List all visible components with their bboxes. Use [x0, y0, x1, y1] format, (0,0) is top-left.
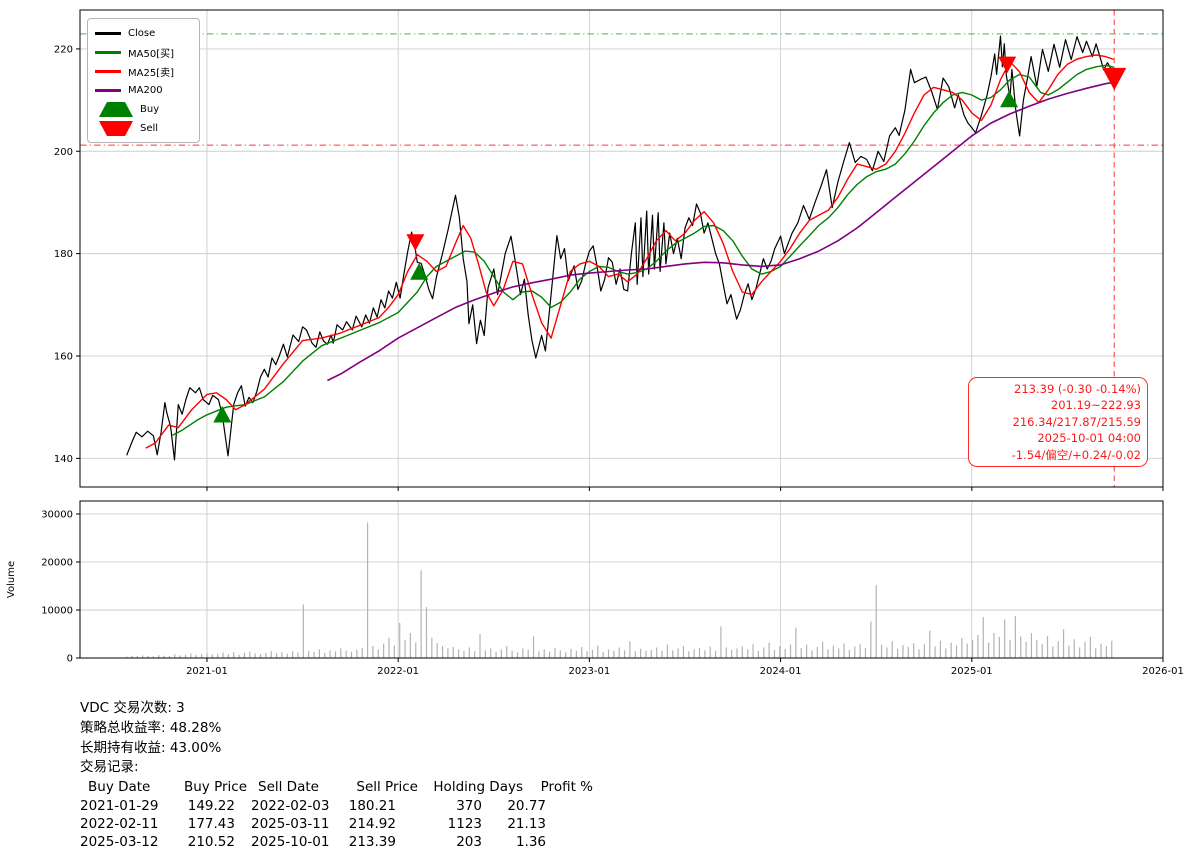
buy-marker	[1000, 91, 1018, 108]
sell-triangle-icon	[99, 121, 133, 136]
svg-text:140: 140	[54, 454, 73, 465]
col-buy-date: Buy Date	[80, 778, 166, 796]
svg-text:220: 220	[54, 44, 73, 55]
legend-item-buy: Buy	[95, 100, 191, 119]
volume-axis-label: Volume	[6, 561, 17, 598]
annotation-signal: -1.54/偏空/+0.24/-0.02	[975, 447, 1141, 463]
sell-price: 214.92	[334, 815, 396, 833]
buy-marker	[213, 406, 231, 423]
buy-date: 2021-01-29	[80, 797, 166, 815]
col-sell-price: Sell Price	[348, 778, 418, 796]
profit-pct: 1.36	[482, 833, 546, 851]
sell-price: 213.39	[334, 833, 396, 851]
svg-text:200: 200	[54, 147, 73, 158]
legend-item-close: Close	[95, 24, 191, 43]
buy-price: 149.22	[166, 797, 235, 815]
svg-text:2022-01: 2022-01	[377, 666, 419, 677]
sell-date: 2022-02-03	[239, 797, 334, 815]
sell-marker	[1102, 68, 1126, 90]
svg-text:2026-01: 2026-01	[1142, 666, 1184, 677]
col-holding-days: Holding Days	[418, 778, 523, 796]
buy-date: 2022-02-11	[80, 815, 166, 833]
buy-price: 177.43	[166, 815, 235, 833]
volume-bars	[126, 523, 1112, 658]
chart-legend: Close MA50[买] MA25[卖] MA200 Buy Sell	[87, 18, 200, 143]
holding-days: 1123	[396, 815, 482, 833]
sell-price: 180.21	[334, 797, 396, 815]
legend-item-ma200: MA200	[95, 81, 191, 100]
annotation-range: 201.19~222.93	[975, 397, 1141, 413]
legend-label: MA25[卖]	[128, 64, 174, 79]
holding-days: 370	[396, 797, 482, 815]
svg-text:180: 180	[54, 249, 73, 260]
trade-records-title: 交易记录:	[80, 758, 593, 778]
annotation-price-change: 213.39 (-0.30 -0.14%)	[975, 381, 1141, 397]
strategy-return-line: 策略总收益率: 48.28%	[80, 719, 593, 739]
col-sell-date: Sell Date	[258, 778, 348, 796]
profit-pct: 21.13	[482, 815, 546, 833]
col-buy-price: Buy Price	[166, 778, 247, 796]
sell-date: 2025-10-01	[239, 833, 334, 851]
hold-return-line: 长期持有收益: 43.00%	[80, 739, 593, 759]
series-MA200	[327, 82, 1114, 380]
col-profit: Profit %	[523, 778, 593, 796]
svg-text:30000: 30000	[41, 509, 73, 520]
buy-marker	[410, 263, 428, 280]
holding-days: 203	[396, 833, 482, 851]
trade-table-header: Buy Date Buy Price Sell Date Sell Price …	[80, 778, 593, 796]
legend-label: MA50[买]	[128, 45, 174, 60]
legend-label: MA200	[128, 85, 163, 96]
trade-row: 2025-03-12 210.52 2025-10-01 213.39 203 …	[80, 833, 593, 851]
ma200-line-swatch	[95, 89, 121, 92]
buy-triangle-icon	[99, 102, 133, 117]
sell-date: 2025-03-11	[239, 815, 334, 833]
svg-text:2023-01: 2023-01	[568, 666, 610, 677]
svg-text:2024-01: 2024-01	[760, 666, 802, 677]
legend-label: Buy	[140, 104, 159, 115]
annotation-datetime: 2025-10-01 04:00	[975, 430, 1141, 446]
volume-panel-border	[80, 501, 1163, 658]
series-Close	[127, 36, 1114, 460]
legend-label: Close	[128, 28, 155, 39]
buy-price: 210.52	[166, 833, 235, 851]
close-line-swatch	[95, 32, 121, 35]
profit-pct: 20.77	[482, 797, 546, 815]
trade-count-line: VDC 交易次数: 3	[80, 699, 593, 719]
trade-row: 2022-02-11 177.43 2025-03-11 214.92 1123…	[80, 815, 593, 833]
strategy-summary-block: VDC 交易次数: 3 策略总收益率: 48.28% 长期持有收益: 43.00…	[80, 699, 593, 852]
buy-date: 2025-03-12	[80, 833, 166, 851]
svg-text:2025-01: 2025-01	[951, 666, 993, 677]
legend-item-sell: Sell	[95, 119, 191, 138]
trade-row: 2021-01-29 149.22 2022-02-03 180.21 370 …	[80, 797, 593, 815]
ma50-line-swatch	[95, 51, 121, 54]
legend-label: Sell	[140, 123, 158, 134]
svg-text:20000: 20000	[41, 557, 73, 568]
trading-strategy-chart-page: 140 160 180 200 220 0 10000 20000 30000 2021-01 20…	[0, 0, 1198, 857]
legend-item-ma25: MA25[卖]	[95, 62, 191, 81]
svg-text:160: 160	[54, 351, 73, 362]
svg-text:0: 0	[67, 654, 73, 665]
quote-annotation-box: 213.39 (-0.30 -0.14%) 201.19~222.93 216.…	[968, 377, 1148, 467]
ma25-line-swatch	[95, 70, 121, 73]
annotation-ma-values: 216.34/217.87/215.59	[975, 414, 1141, 430]
svg-text:2021-01: 2021-01	[186, 666, 228, 677]
legend-item-ma50: MA50[买]	[95, 43, 191, 62]
svg-text:10000: 10000	[41, 605, 73, 616]
